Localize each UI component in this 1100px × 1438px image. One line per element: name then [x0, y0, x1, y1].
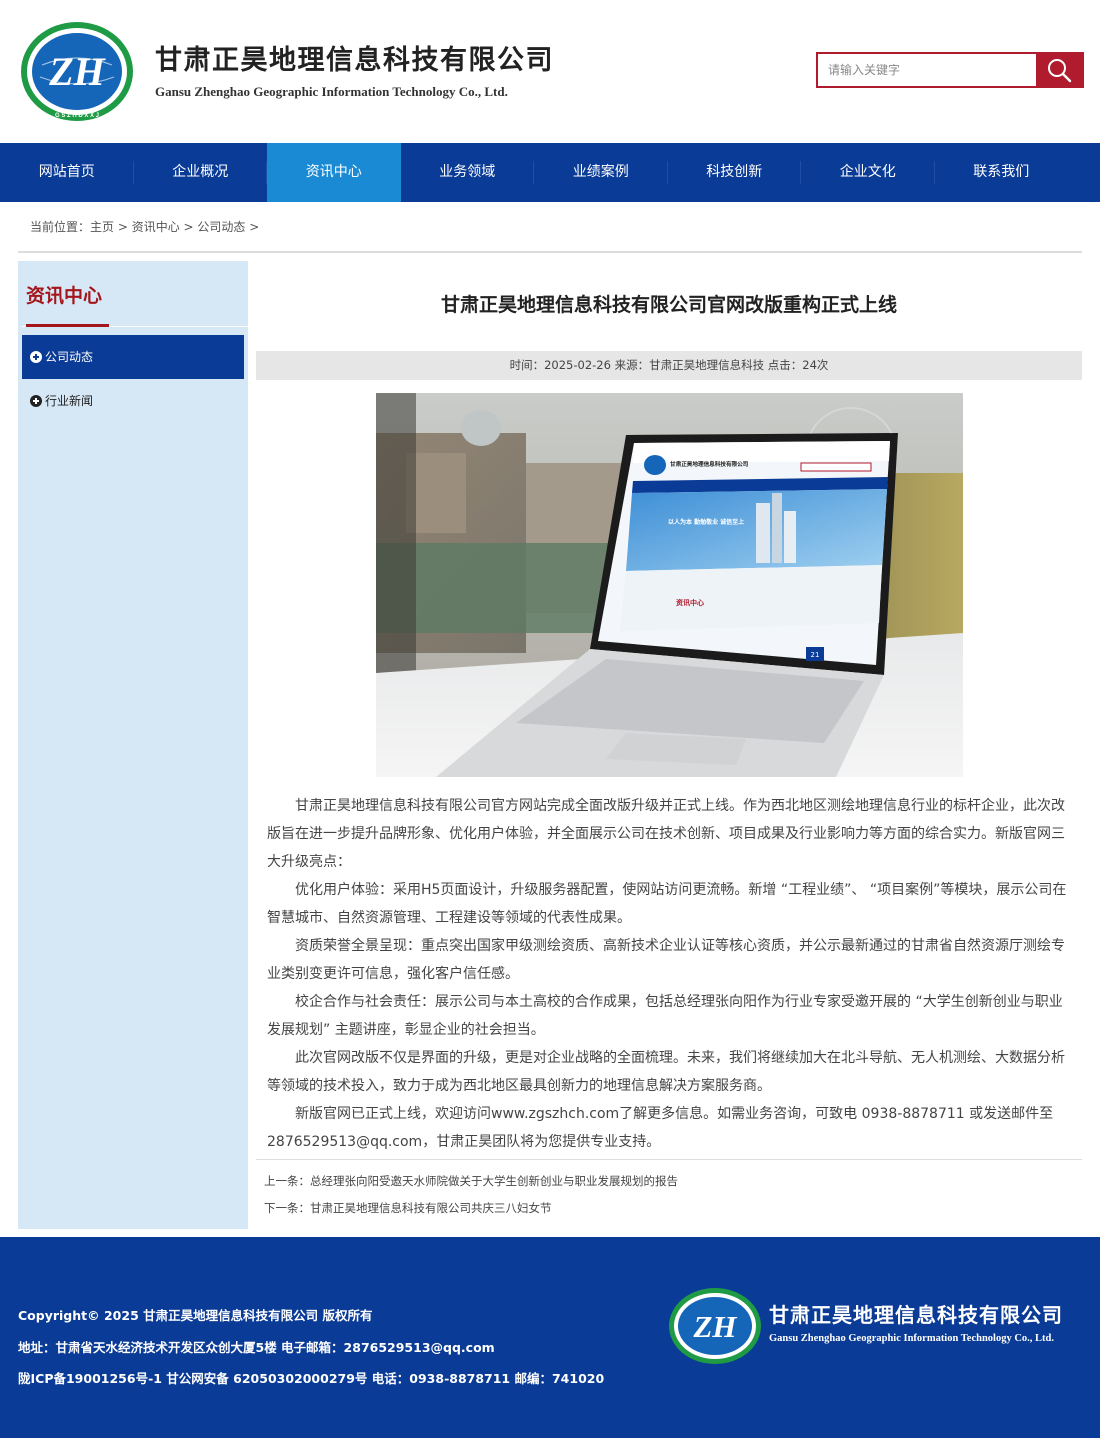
- breadcrumb-news[interactable]: 资讯中心: [132, 220, 180, 234]
- svg-text:ZH: ZH: [692, 1309, 737, 1344]
- search-input[interactable]: [818, 54, 1036, 86]
- next-article-link[interactable]: 下一条：甘肃正昊地理信息科技有限公司共庆三八妇女节: [264, 1200, 552, 1216]
- article-paragraph: 甘肃正昊地理信息科技有限公司官方网站完成全面改版升级并正式上线。作为西北地区测绘…: [267, 798, 1065, 870]
- footer-icp: 陇ICP备19001256号-1 甘公网安备 62050302000279号 电…: [18, 1371, 605, 1386]
- article-title: 甘肃正昊地理信息科技有限公司官网改版重构正式上线: [440, 294, 897, 316]
- footer-logo: ZH: [669, 1288, 761, 1364]
- nav-contact[interactable]: 联系我们: [935, 143, 1069, 202]
- article-photo-laptop: 甘肃正昊地理信息科技有限公司 以人为本 勤勉敬业 诚信至上 资讯中心 21: [376, 393, 963, 777]
- footer-address: 地址：甘肃省天水经济技术开发区众创大厦5楼 电子邮箱：2876529513@qq…: [18, 1340, 495, 1355]
- search-box: [816, 52, 1084, 88]
- sidebar-item-company-news[interactable]: 公司动态: [22, 335, 244, 379]
- sidebar: 资讯中心 公司动态 行业新闻: [18, 261, 248, 1229]
- sidebar-item-industry-news[interactable]: 行业新闻: [22, 379, 244, 423]
- search-button[interactable]: [1036, 54, 1082, 86]
- article-paragraph: 此次官网改版不仅是界面的升级，更是对企业战略的全面梳理。未来，我们将继续加大在北…: [267, 1050, 1065, 1094]
- nav-about[interactable]: 企业概况: [134, 143, 267, 202]
- nav-business[interactable]: 业务领域: [401, 143, 534, 202]
- divider: [256, 1159, 1082, 1160]
- sidebar-title-underline: [26, 324, 109, 327]
- nav-news[interactable]: 资讯中心: [267, 143, 401, 202]
- nav-innovation[interactable]: 科技创新: [668, 143, 801, 202]
- site-footer: Copyright© 2025 甘肃正昊地理信息科技有限公司 版权所有 地址：甘…: [0, 1237, 1100, 1438]
- main-nav: 网站首页 企业概况 资讯中心 业务领域 业绩案例 科技创新 企业文化 联系我们: [0, 143, 1100, 202]
- article-body: 甘肃正昊地理信息科技有限公司官方网站完成全面改版升级并正式上线。作为西北地区测绘…: [267, 792, 1072, 1156]
- divider: [18, 251, 1082, 253]
- svg-text:G S Z H D X X J: G S Z H D X X J: [55, 113, 99, 119]
- search-icon: [1048, 59, 1072, 83]
- company-name-en: Gansu Zhenghao Geographic Information Te…: [155, 84, 508, 99]
- sidebar-title: 资讯中心: [26, 285, 103, 307]
- footer-company-name: 甘肃正昊地理信息科技有限公司: [769, 1303, 1063, 1327]
- svg-text:ZH: ZH: [48, 49, 106, 94]
- svg-text:21: 21: [811, 651, 820, 659]
- footer-company-name-en: Gansu Zhenghao Geographic Information Te…: [769, 1333, 1055, 1344]
- breadcrumb: 当前位置：主页 > 资讯中心 > 公司动态 >: [30, 220, 260, 234]
- company-logo[interactable]: ZH G S Z H D X X J: [20, 21, 134, 122]
- breadcrumb-company-news[interactable]: 公司动态: [197, 220, 245, 234]
- prev-article-link[interactable]: 上一条：总经理张向阳受邀天水师院做关于大学生创新创业与职业发展规划的报告: [264, 1173, 678, 1189]
- nav-culture[interactable]: 企业文化: [801, 143, 935, 202]
- breadcrumb-home[interactable]: 主页: [90, 220, 114, 234]
- site-header: ZH G S Z H D X X J 甘肃正昊地理信息科技有限公司 Gansu …: [0, 0, 1100, 143]
- svg-text:资讯中心: 资讯中心: [676, 598, 704, 607]
- svg-text:以人为本 勤勉敬业 诚信至上: 以人为本 勤勉敬业 诚信至上: [668, 518, 744, 526]
- article-meta: 时间：2025-02-26 来源：甘肃正昊地理信息科技 点击：24次: [256, 351, 1082, 380]
- article-paragraph: 新版官网已正式上线，欢迎访问www.zgszhch.com了解更多信息。如需业务…: [267, 1106, 1054, 1150]
- plus-circle-icon: [30, 395, 42, 407]
- plus-circle-icon: [30, 351, 42, 363]
- footer-copyright: Copyright© 2025 甘肃正昊地理信息科技有限公司 版权所有: [18, 1308, 373, 1323]
- company-name: 甘肃正昊地理信息科技有限公司: [155, 45, 554, 76]
- article-paragraph: 优化用户体验：采用H5页面设计，升级服务器配置，使网站访问更流畅。新增 “工程业…: [267, 882, 1067, 926]
- article-paragraph: 资质荣誉全景呈现：重点突出国家甲级测绘资质、高新技术企业认证等核心资质，并公示最…: [267, 938, 1065, 982]
- nav-home[interactable]: 网站首页: [0, 143, 134, 202]
- svg-text:甘肃正昊地理信息科技有限公司: 甘肃正昊地理信息科技有限公司: [670, 460, 749, 468]
- article-paragraph: 校企合作与社会责任：展示公司与本土高校的合作成果，包括总经理张向阳作为行业专家受…: [267, 994, 1063, 1038]
- nav-cases[interactable]: 业绩案例: [534, 143, 668, 202]
